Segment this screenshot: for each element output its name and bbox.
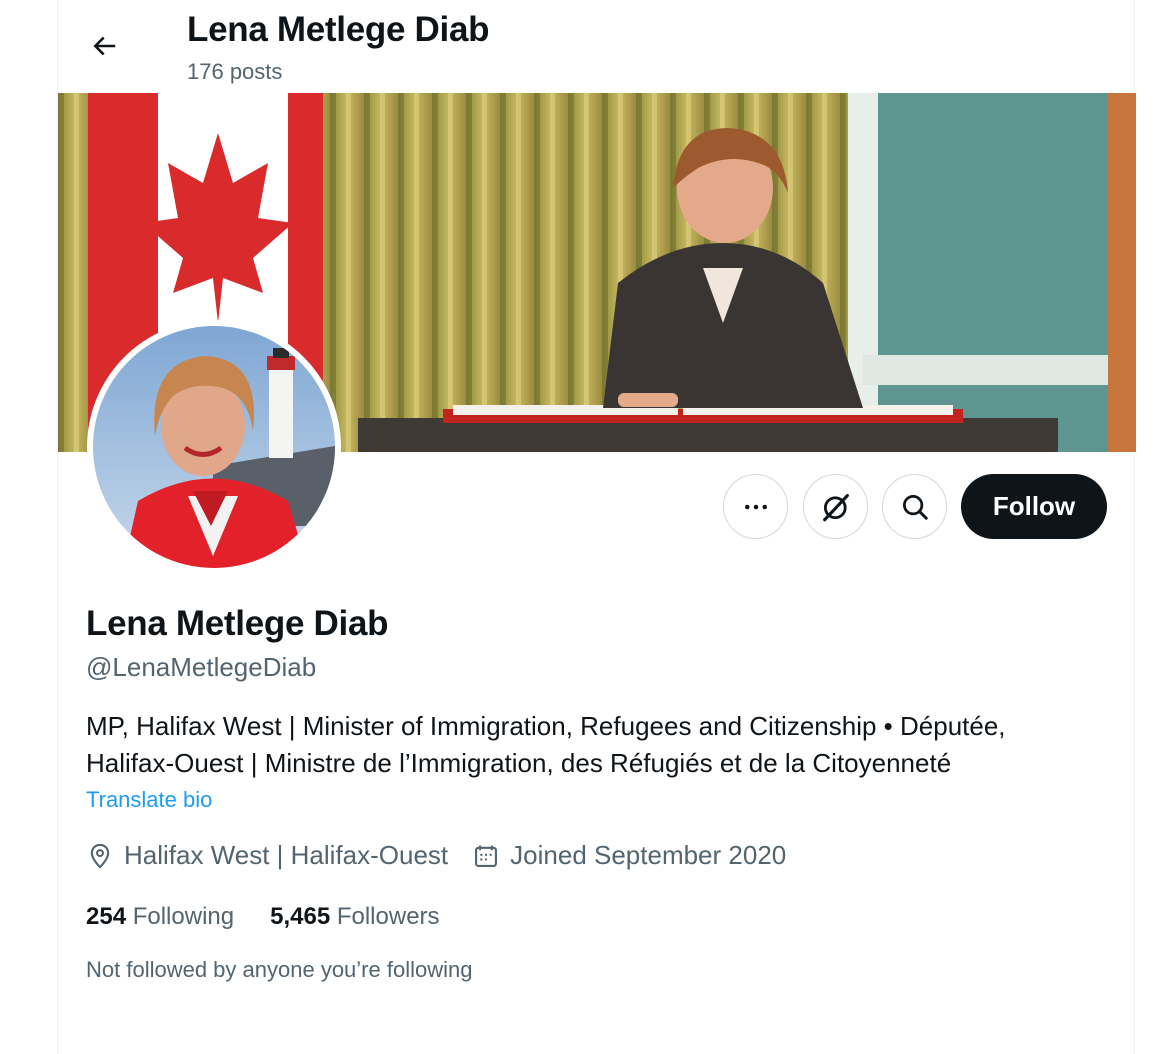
bio-line: MP, Halifax West | Minister of Immigrati…: [86, 711, 1006, 741]
avatar-image: [93, 326, 335, 568]
post-count: 176 posts: [187, 59, 283, 84]
location: Halifax West | Halifax-Ouest: [86, 840, 448, 871]
grok-button[interactable]: [803, 474, 868, 539]
arrow-left-icon: [93, 36, 116, 56]
search-icon: [902, 494, 928, 520]
more-horizontal-icon: [744, 504, 767, 509]
bio: MP, Halifax West | Minister of Immigrati…: [86, 708, 1096, 782]
not-followed-notice: Not followed by anyone you’re following: [86, 957, 473, 982]
followers-link[interactable]: 5,465 Followers: [270, 903, 439, 931]
back-button[interactable]: [80, 24, 128, 68]
follow-button[interactable]: Follow: [961, 474, 1107, 539]
profile-meta: Halifax West | Halifax-Ouest Joined Sept…: [86, 840, 810, 871]
translate-bio-link[interactable]: Translate bio: [86, 787, 212, 813]
following-link[interactable]: 254 Following: [86, 903, 234, 931]
join-date: Joined September 2020: [472, 840, 786, 871]
header-title: Lena Metlege Diab: [187, 10, 490, 49]
more-button[interactable]: [723, 474, 788, 539]
grok-icon: [822, 493, 849, 521]
display-name: Lena Metlege Diab: [86, 604, 389, 643]
following-label: Following: [132, 903, 235, 930]
avatar[interactable]: [87, 320, 341, 574]
join-date-text: Joined September 2020: [510, 840, 787, 870]
bio-line: Halifax-Ouest | Ministre de l’Immigratio…: [86, 748, 952, 778]
followers-count: 5,465: [270, 903, 331, 930]
search-button[interactable]: [882, 474, 947, 539]
calendar-icon: [475, 845, 498, 867]
follow-stats: 254 Following 5,465 Followers: [86, 903, 476, 931]
profile-header-bar: Lena Metlege Diab 176 posts: [58, 0, 1134, 93]
following-count: 254: [86, 903, 127, 930]
location-text: Halifax West | Halifax-Ouest: [124, 840, 449, 870]
profile-column: Lena Metlege Diab 176 posts Follow Lena …: [57, 0, 1136, 1054]
followers-label: Followers: [336, 903, 440, 930]
location-pin-icon: [90, 843, 110, 869]
user-handle: @LenaMetlegeDiab: [86, 652, 317, 682]
